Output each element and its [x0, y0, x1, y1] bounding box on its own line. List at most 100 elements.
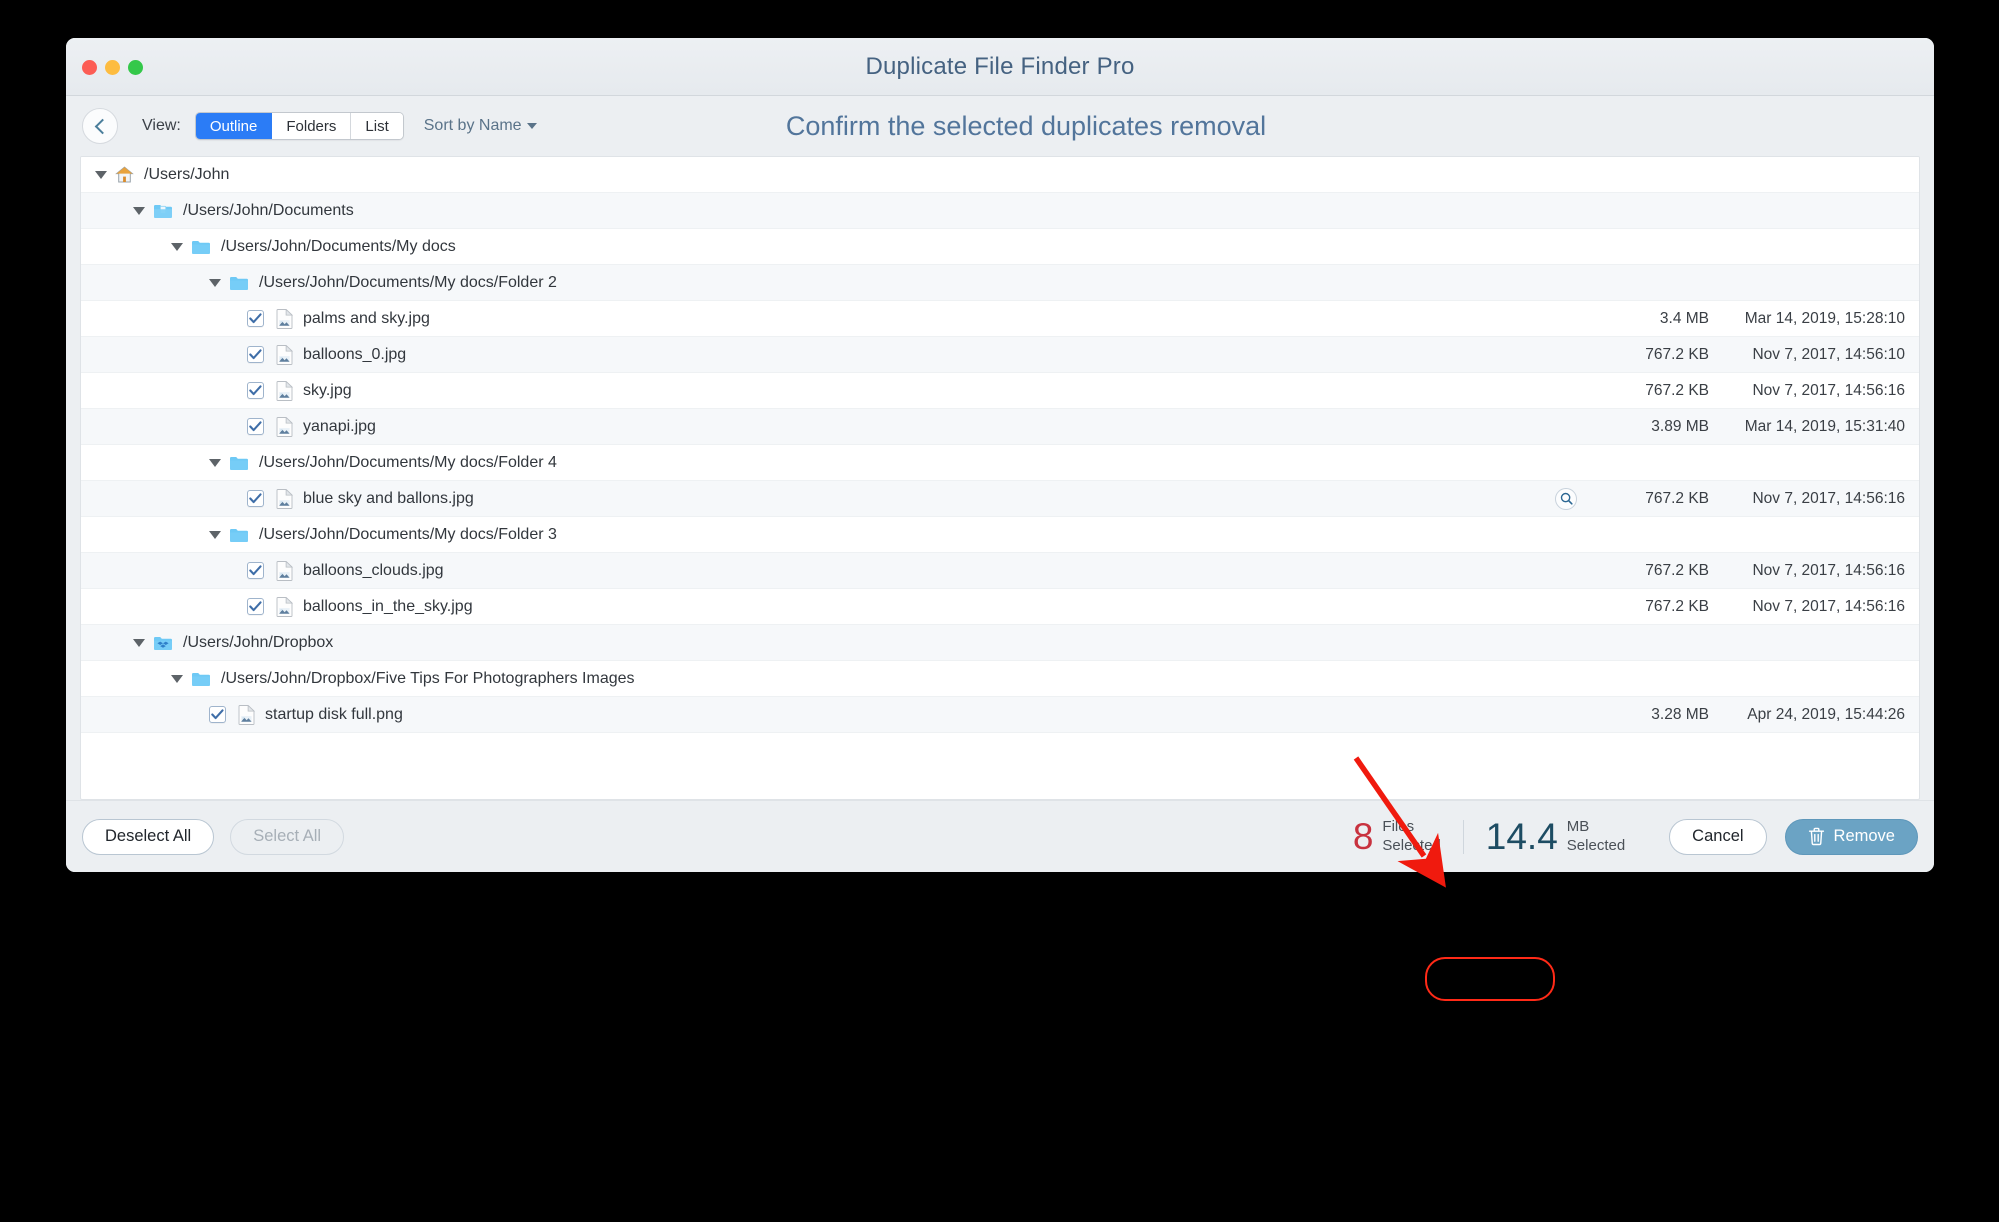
files-selected-count: 8 — [1352, 816, 1374, 857]
disclosure-triangle-expanded[interactable] — [133, 638, 145, 647]
tree-file-row[interactable]: blue sky and ballons.jpg 767.2 KB Nov 7, … — [81, 481, 1919, 517]
size-selected-label: MB Selected — [1567, 818, 1625, 855]
tree-file-row[interactable]: balloons_in_the_sky.jpg 767.2 KB Nov 7, 20… — [81, 589, 1919, 625]
checkmark-icon-svg — [249, 493, 262, 504]
folder-path-label: /Users/John/Documents/My docs/Folder 2 — [259, 273, 557, 291]
file-name-label: yanapi.jpg — [303, 417, 376, 435]
zoom-button[interactable] — [128, 59, 143, 75]
file-name-label: startup disk full.png — [265, 705, 403, 723]
disclosure-triangle-expanded[interactable] — [209, 458, 221, 467]
list-empty-area — [81, 733, 1919, 793]
tree-folder-row[interactable]: /Users/John/Documents/My docs — [81, 229, 1919, 265]
image-file-icon — [276, 488, 293, 509]
back-button[interactable] — [82, 108, 118, 144]
documents-folder-icon-svg — [154, 204, 172, 218]
page-title: Confirm the selected duplicates removal — [785, 110, 1267, 141]
folder-icon-svg — [192, 240, 210, 254]
tree-folder-row[interactable]: /Users/John/Dropbox — [81, 625, 1919, 661]
toolbar: View: Outline Folders List Sort by Name … — [66, 96, 1934, 156]
tree-file-row[interactable]: balloons_0.jpg 767.2 KB Nov 7, 2017, 14:56… — [81, 337, 1919, 373]
checkmark-icon-svg — [249, 421, 262, 432]
home-icon — [115, 166, 134, 184]
file-date-cell: Mar 14, 2019, 15:28:10 — [1744, 309, 1905, 327]
checkmark-icon-svg — [249, 313, 262, 324]
file-checkbox[interactable] — [247, 490, 264, 507]
tree-file-row[interactable]: sky.jpg 767.2 KB Nov 7, 2017, 14:56:16 — [81, 373, 1919, 409]
file-checkbox[interactable] — [209, 706, 226, 723]
size-selected-value: 14.4 — [1485, 816, 1558, 857]
folder-icon — [191, 239, 211, 255]
cancel-button[interactable]: Cancel — [1669, 818, 1767, 855]
checkmark-icon-svg — [249, 565, 262, 576]
view-option-list[interactable]: List — [351, 113, 403, 139]
folder-icon — [191, 671, 211, 687]
size-selected-stat: 14.4 MB Selected — [1464, 818, 1647, 855]
image-file-icon — [276, 560, 293, 581]
tree-folder-row[interactable]: /Users/John/Documents/My docs/Folder 3 — [81, 517, 1919, 553]
tree-file-row[interactable]: yanapi.jpg 3.89 MB Mar 14, 2019, 15:31:40 — [81, 409, 1919, 445]
bottom-bar: Deselect All Select All 8 Files Selected… — [66, 800, 1934, 872]
minimize-button[interactable] — [105, 59, 120, 75]
file-date-cell: Nov 7, 2017, 14:56:10 — [1752, 345, 1905, 363]
file-checkbox[interactable] — [247, 418, 264, 435]
tree-folder-row[interactable]: /Users/John/Documents — [81, 193, 1919, 229]
tree-folder-row[interactable]: /Users/John/Dropbox/Five Tips For Photog… — [81, 661, 1919, 697]
size-selected-label-line2: Selected — [1566, 836, 1626, 854]
file-size-cell: 767.2 KB — [1645, 345, 1709, 363]
image-file-icon — [238, 704, 255, 725]
deselect-all-button[interactable]: Deselect All — [82, 818, 215, 855]
folder-icon — [229, 527, 249, 543]
traffic-light-buttons — [82, 38, 143, 96]
disclosure-triangle-expanded[interactable] — [95, 170, 107, 179]
tree-file-row[interactable]: palms and sky.jpg 3.4 MB Mar 14, 2019, 15:… — [81, 301, 1919, 337]
folder-path-label: /Users/John/Dropbox — [183, 633, 334, 651]
quick-look-magnifier-icon-svg — [1560, 492, 1573, 505]
tree-file-row[interactable]: startup disk full.png 3.28 MB Apr 24, 2019… — [81, 697, 1919, 733]
duplicates-tree-list[interactable]: /Users/John /Users/John/Documents /Users… — [80, 156, 1920, 800]
file-checkbox[interactable] — [247, 346, 264, 363]
size-selected-label-line1: MB — [1566, 818, 1590, 836]
file-checkbox[interactable] — [247, 310, 264, 327]
file-size-cell: 3.28 MB — [1651, 705, 1709, 723]
file-name-label: palms and sky.jpg — [303, 309, 430, 327]
file-checkbox[interactable] — [247, 562, 264, 579]
image-file-icon — [276, 344, 293, 365]
view-option-folders[interactable]: Folders — [272, 113, 352, 139]
file-name-label: balloons_clouds.jpg — [303, 561, 444, 579]
view-mode-segmented-control[interactable]: Outline Folders List — [194, 112, 404, 140]
tree-folder-row[interactable]: /Users/John/Documents/My docs/Folder 2 — [81, 265, 1919, 301]
image-file-icon-svg — [276, 560, 293, 581]
tree-file-row[interactable]: balloons_clouds.jpg 767.2 KB Nov 7, 2017, … — [81, 553, 1919, 589]
disclosure-triangle-expanded[interactable] — [133, 206, 145, 215]
disclosure-triangle-expanded[interactable] — [171, 242, 183, 251]
file-date-cell: Mar 14, 2019, 15:31:40 — [1744, 417, 1905, 435]
files-selected-label-line1: Files — [1382, 818, 1415, 836]
files-selected-label-line2: Selected — [1382, 836, 1441, 854]
sort-by-label: Sort by Name — [423, 117, 522, 134]
disclosure-triangle-expanded[interactable] — [171, 674, 183, 683]
disclosure-triangle-expanded[interactable] — [209, 278, 221, 287]
tree-folder-row[interactable]: /Users/John/Documents/My docs/Folder 4 — [81, 445, 1919, 481]
folder-icon-svg — [230, 276, 248, 290]
folder-icon-svg — [230, 456, 248, 470]
image-file-icon — [276, 380, 293, 401]
image-file-icon-svg — [276, 344, 293, 365]
image-file-icon — [276, 596, 293, 617]
checkmark-icon-svg — [249, 601, 262, 612]
disclosure-triangle-expanded[interactable] — [209, 530, 221, 539]
image-file-icon-svg — [238, 704, 255, 725]
view-option-outline[interactable]: Outline — [195, 113, 273, 139]
folder-icon — [229, 275, 249, 291]
tree-folder-row[interactable]: /Users/John — [81, 157, 1919, 193]
file-size-cell: 3.4 MB — [1659, 309, 1709, 327]
file-checkbox[interactable] — [247, 382, 264, 399]
file-checkbox[interactable] — [247, 598, 264, 615]
files-selected-stat: 8 Files Selected — [1331, 818, 1463, 855]
close-button[interactable] — [82, 59, 97, 75]
quick-look-button[interactable] — [1555, 487, 1577, 510]
action-buttons: Cancel Remove — [1669, 818, 1918, 855]
image-file-icon-svg — [276, 380, 293, 401]
remove-button[interactable]: Remove — [1784, 818, 1918, 855]
sort-by-dropdown[interactable]: Sort by Name — [424, 117, 537, 135]
file-date-cell: Nov 7, 2017, 14:56:16 — [1752, 381, 1905, 399]
